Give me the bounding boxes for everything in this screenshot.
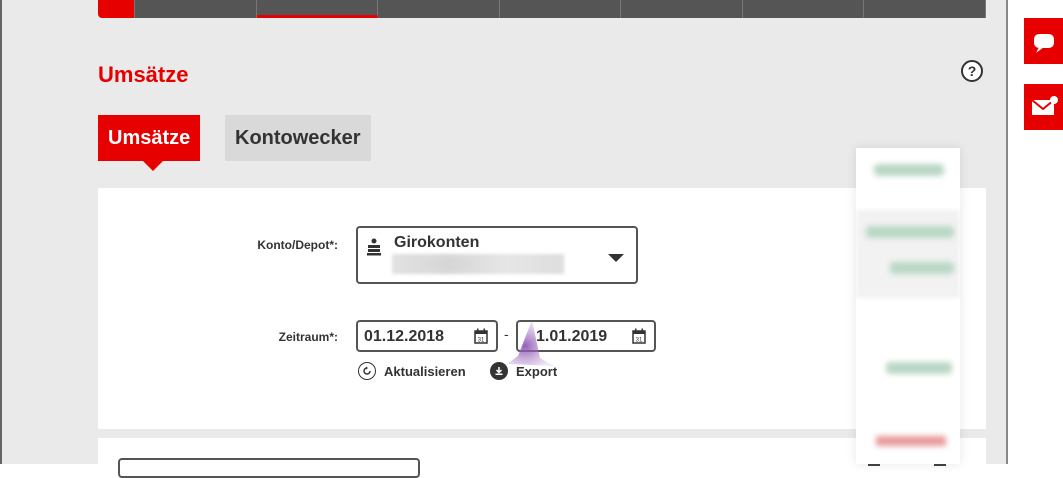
refresh-label: Aktualisieren — [384, 363, 466, 379]
nav-item[interactable] — [864, 0, 987, 18]
refresh-button[interactable]: Aktualisieren — [358, 362, 466, 380]
nav-item[interactable] — [378, 0, 500, 18]
blurred-sidebar-panel — [856, 148, 960, 464]
account-select[interactable]: Girokonten — [356, 226, 638, 284]
calendar-icon[interactable]: 31 — [632, 328, 646, 344]
nav-item-home[interactable] — [98, 0, 135, 18]
date-separator: - — [504, 326, 509, 342]
period-label: Zeitraum*: — [278, 330, 338, 344]
chevron-down-icon[interactable] — [608, 254, 624, 262]
chat-button[interactable] — [1024, 18, 1063, 64]
page-title: Umsätze — [98, 62, 189, 87]
mail-button[interactable] — [1024, 84, 1063, 130]
download-icon — [490, 362, 508, 380]
svg-text:31: 31 — [636, 338, 643, 344]
calendar-icon[interactable]: 31 — [474, 328, 488, 344]
nav-item[interactable] — [621, 0, 743, 18]
tab-kontowecker[interactable]: Kontowecker — [225, 115, 371, 161]
export-button[interactable]: Export — [490, 362, 557, 380]
svg-text:31: 31 — [478, 338, 485, 344]
nav-item[interactable] — [499, 0, 622, 18]
blurred-band — [856, 210, 960, 298]
export-label: Export — [516, 363, 558, 379]
blurred-item — [866, 226, 954, 238]
blurred-item — [874, 164, 944, 176]
blurred-item — [876, 436, 946, 446]
nav-item-active[interactable] — [256, 0, 379, 18]
account-type: Girokonten — [394, 234, 480, 251]
chat-icon — [1033, 34, 1054, 53]
nav-item[interactable] — [742, 0, 865, 18]
top-navigation — [98, 0, 987, 18]
account-number-redacted — [392, 254, 564, 274]
tab-umsaetze[interactable]: Umsätze — [98, 115, 201, 171]
mail-icon — [1030, 96, 1058, 115]
search-input[interactable] — [118, 458, 420, 478]
refresh-icon — [358, 362, 376, 380]
date-to-field[interactable]: 1.01.2019 31 — [516, 320, 656, 352]
date-to-value: 1.01.2019 — [536, 328, 608, 345]
account-label: Konto/Depot*: — [257, 238, 338, 252]
blurred-item — [886, 362, 952, 374]
bank-icon — [367, 238, 381, 256]
date-from-field[interactable]: 01.12.2018 31 — [356, 320, 498, 352]
filter-panel: Konto/Depot*: Girokonten Zeitraum*: 01.1… — [98, 188, 986, 429]
date-from-value: 01.12.2018 — [364, 328, 445, 345]
blurred-item — [890, 262, 954, 274]
nav-item[interactable] — [135, 0, 257, 18]
help-icon[interactable]: ? — [961, 60, 983, 82]
